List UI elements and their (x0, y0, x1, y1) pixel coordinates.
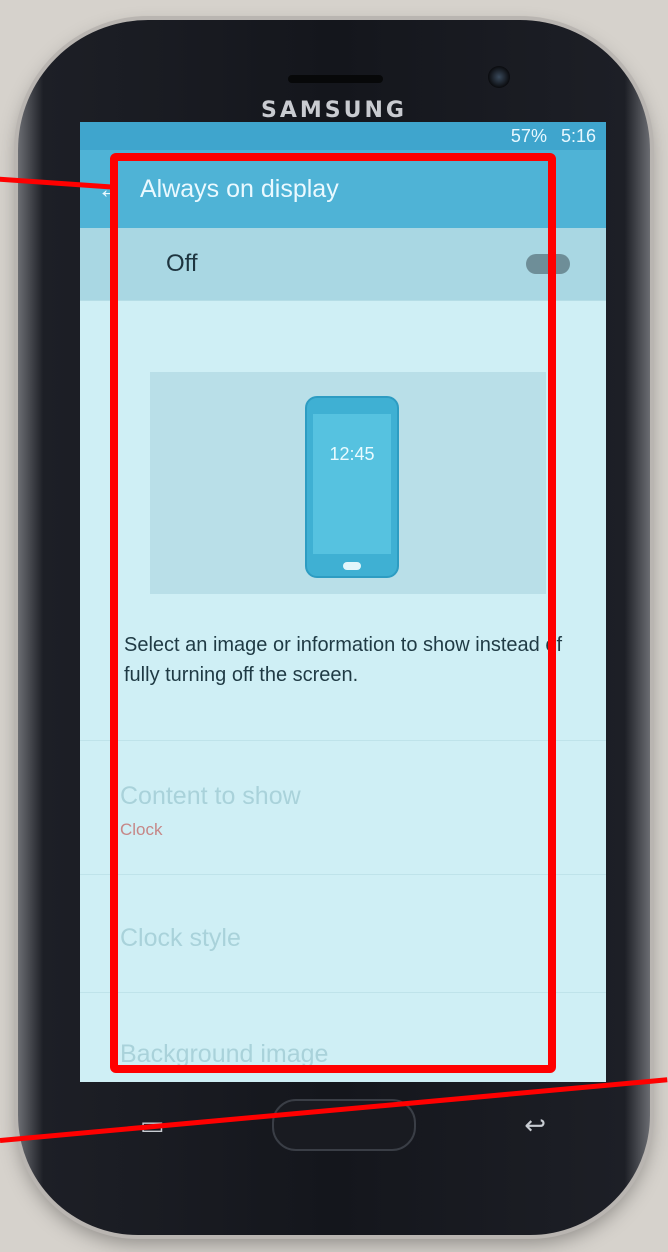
status-bar: 57% 5:16 (80, 122, 606, 150)
brand-logo: SAMSUNG (261, 98, 407, 123)
earpiece-speaker (288, 75, 383, 83)
status-time: 5:16 (560, 125, 596, 146)
front-camera-icon (488, 66, 510, 88)
highlight-box (110, 153, 556, 1073)
back-nav-icon[interactable]: ↩ (524, 1110, 546, 1141)
battery-level: 57% (510, 125, 547, 146)
